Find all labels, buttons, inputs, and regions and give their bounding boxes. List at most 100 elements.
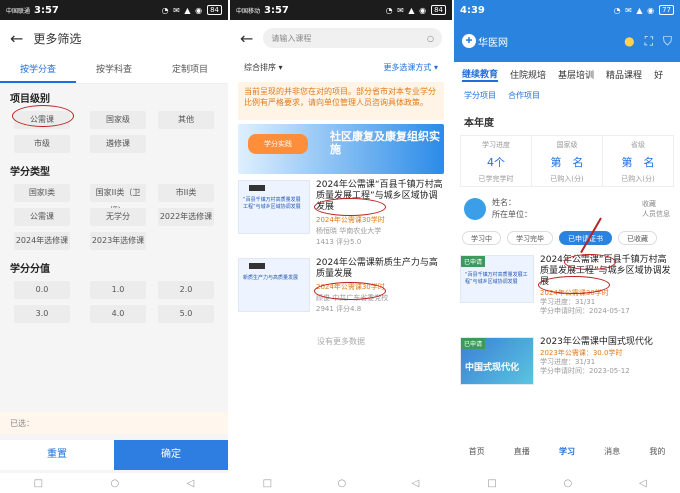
thumb-title: 中国式现代化	[465, 363, 520, 373]
course-prefix: 2024年公需课	[316, 258, 375, 268]
confirm-button[interactable]: 确定	[114, 440, 228, 470]
stat-sub: 已学完学时	[478, 175, 514, 183]
reset-button[interactable]: 重置	[0, 440, 114, 470]
course-item[interactable]: 已申请 中国式现代化 2023年公需课中国式现代化 2023年公需课：30.0学时…	[460, 337, 674, 415]
chip-value[interactable]: 4.0	[90, 305, 146, 323]
course-credit: 2023年公需课：30.0学时	[540, 349, 623, 357]
tab-favorites[interactable]: 已收藏	[618, 231, 657, 245]
course-stats: 2941 评分4.8	[316, 305, 362, 313]
course-date: 学分申请时间：2023-05-12	[540, 367, 630, 375]
search-icon[interactable]: ○	[427, 34, 434, 43]
chip-city-2[interactable]: 市II类	[158, 184, 214, 202]
chip-value[interactable]: 3.0	[14, 305, 70, 323]
chip-national-1[interactable]: 国家I类	[14, 184, 70, 202]
nav-study[interactable]: 学习	[559, 446, 575, 466]
recent-apps-icon[interactable]: □	[263, 478, 272, 489]
chip-value[interactable]: 0.0	[14, 281, 70, 299]
tab-custom[interactable]: 定制项目	[152, 56, 228, 83]
thumb-title: 新质生产力与高质量发展	[243, 275, 299, 281]
subtab-credit[interactable]: 学分项目	[464, 90, 496, 104]
chip-value[interactable]: 5.0	[158, 305, 214, 323]
tab-quality[interactable]: 精品课程	[606, 68, 642, 81]
tab-completed[interactable]: 学习完毕	[507, 231, 553, 245]
tab-residency[interactable]: 住院规培	[510, 68, 546, 81]
subtab-coop[interactable]: 合作项目	[508, 90, 540, 104]
home-icon[interactable]: ○	[110, 478, 119, 489]
highlight-oval	[314, 198, 386, 216]
filter-tabs: 按学分查 按学科查 定制项目	[0, 56, 228, 84]
promo-banner[interactable]: 学分实践 社区康复及康复组织实施	[238, 124, 444, 174]
carrier: 中国移动	[236, 7, 261, 15]
year-heading: 本年度	[464, 118, 494, 129]
recent-apps-icon[interactable]: □	[487, 478, 496, 489]
scan-icon[interactable]: ⛶	[645, 34, 653, 49]
back-arrow-icon[interactable]: ←	[240, 29, 253, 48]
avatar	[464, 198, 486, 220]
home-icon[interactable]: ○	[337, 478, 346, 489]
top-tabs: 继续教育 住院规培 基层培训 精品课程 好	[454, 62, 680, 86]
bottom-nav: 首页 直播 学习 消息 我的	[454, 446, 680, 466]
user-unit: 所在单位：	[492, 210, 532, 219]
highlight-oval	[564, 254, 616, 270]
notice-text: 当前呈现的并非您在对的项目。部分省市对本专业学分比例有严格要求，请向单位管理人员…	[244, 87, 436, 107]
search-placeholder: 请输入课程	[271, 33, 312, 43]
course-stats: 1413 评分5.0	[316, 238, 362, 246]
nav-messages[interactable]: 消息	[604, 446, 620, 466]
highlight-oval	[314, 282, 386, 300]
action-buttons: 重置 确定	[0, 440, 228, 470]
chip-national-2[interactable]: 国家II类（卫授）	[90, 184, 146, 215]
nav-live[interactable]: 直播	[514, 446, 530, 466]
recent-apps-icon[interactable]: □	[34, 478, 43, 489]
section-value: 学分分值	[10, 264, 50, 275]
tab-primary[interactable]: 基层培训	[558, 68, 594, 81]
status-icons: ◔ ✉ ▲ ◉	[613, 5, 656, 15]
chip-no-credit[interactable]: 无学分	[90, 208, 146, 226]
course-thumbnail: 已申请 “百县千镇万村高质量发展工程”与城乡区域协调发展	[460, 255, 534, 303]
app-header: ✚ 华医网 ● ⛶ ⛉	[454, 20, 680, 62]
back-icon[interactable]: ◁	[412, 478, 420, 489]
chip-public-type[interactable]: 公需课	[14, 208, 70, 226]
bookmark-icon[interactable]: ⛉	[663, 34, 672, 49]
tab-credit[interactable]: 按学分查	[0, 56, 76, 83]
user-info-link[interactable]: 人员信息	[642, 210, 670, 218]
chip-elective[interactable]: 遴修课	[90, 135, 146, 153]
applied-tag: 已申请	[461, 338, 486, 349]
nav-mine[interactable]: 我的	[649, 446, 665, 466]
nav-home[interactable]: 首页	[469, 446, 485, 466]
chip-2023[interactable]: 2023年选修课	[90, 232, 146, 250]
bell-icon[interactable]: ●	[624, 34, 634, 49]
more-options[interactable]: 更多选课方式 ▾	[383, 62, 438, 73]
status-icons: ◔ ✉ ▲ ◉	[385, 5, 428, 15]
chip-value[interactable]: 1.0	[90, 281, 146, 299]
search-input[interactable]: 请输入课程 ○	[263, 28, 442, 48]
chip-other[interactable]: 其他	[158, 111, 214, 129]
back-icon[interactable]: ◁	[187, 478, 195, 489]
chip-city[interactable]: 市级	[14, 135, 70, 153]
notice-box: 当前呈现的并非您在对的项目。部分省市对本专业学分比例有严格要求，请向单位管理人员…	[238, 82, 444, 120]
home-icon[interactable]: ○	[564, 478, 573, 489]
course-credit: 2024年公需课30学时	[316, 216, 385, 224]
course-item[interactable]: “百县千镇万村高质量发展工程”与城乡区域协调发展 2024年公需课“百县千镇万村…	[238, 180, 444, 252]
stat-sub: 已购入(分)	[621, 175, 655, 183]
course-item[interactable]: 已申请 “百县千镇万村高质量发展工程”与城乡区域协调发展 2024年公需课“百县千…	[460, 255, 674, 333]
highlight-oval	[12, 105, 74, 127]
tab-more[interactable]: 好	[654, 68, 663, 81]
header: ← 更多筛选	[0, 20, 228, 56]
favorite-link[interactable]: 收藏	[642, 200, 656, 208]
chip-national[interactable]: 国家级	[90, 111, 146, 129]
back-icon[interactable]: ◁	[639, 478, 647, 489]
chip-2024[interactable]: 2024年选修课	[14, 232, 70, 250]
tab-continue-edu[interactable]: 继续教育	[462, 67, 499, 82]
sort-dropdown[interactable]: 综合排序 ▾	[244, 62, 283, 73]
stat-label: 省级	[631, 141, 645, 149]
load-more-text: 没有更多数据	[317, 337, 365, 346]
chip-2022[interactable]: 2022年选修课	[158, 208, 214, 226]
chip-value[interactable]: 2.0	[158, 281, 214, 299]
back-arrow-icon[interactable]: ←	[10, 29, 23, 48]
course-prefix: 2024年公需课	[316, 180, 375, 190]
status-icons: ◔ ✉ ▲ ◉	[161, 5, 204, 15]
course-prefix: 2023年公需课	[540, 337, 599, 347]
system-nav: □ ○ ◁	[454, 473, 680, 493]
tab-studying[interactable]: 学习中	[462, 231, 501, 245]
tab-subject[interactable]: 按学科查	[76, 56, 152, 83]
